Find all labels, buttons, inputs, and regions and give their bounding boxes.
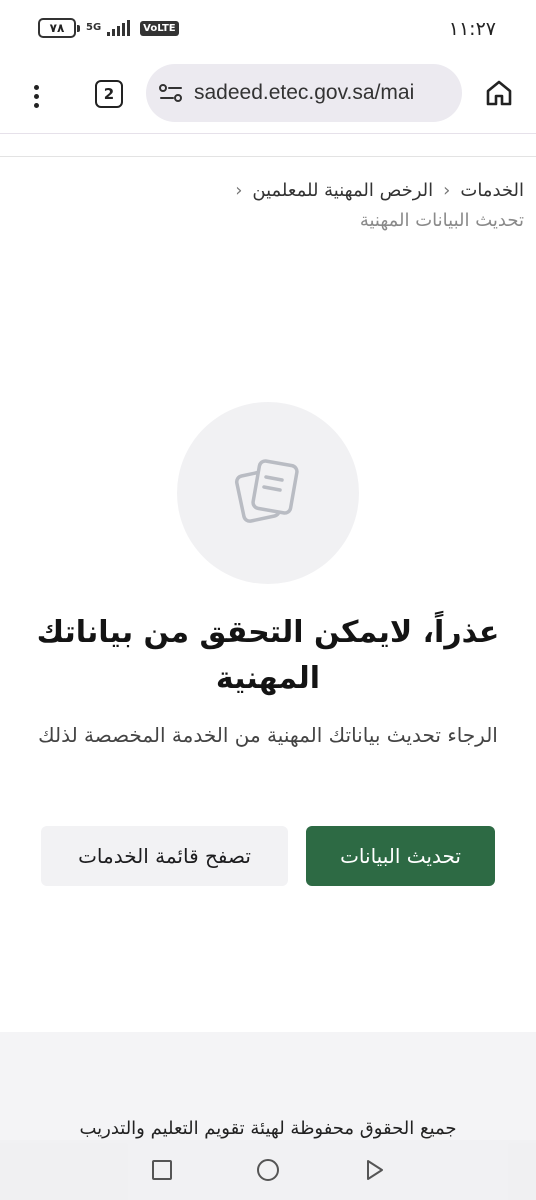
status-bar: ٧٨ 5G VoLTE ١١:٢٧ xyxy=(0,0,536,58)
site-settings-icon[interactable] xyxy=(158,82,184,104)
home-icon[interactable] xyxy=(484,78,514,108)
update-data-button[interactable]: تحديث البيانات xyxy=(306,826,495,886)
browse-services-button[interactable]: تصفح قائمة الخدمات xyxy=(41,826,288,886)
back-icon[interactable] xyxy=(361,1157,387,1183)
breadcrumb-item-services[interactable]: الخدمات xyxy=(460,180,524,201)
tab-switcher-button[interactable]: 2 xyxy=(95,80,123,108)
status-time: ١١:٢٧ xyxy=(448,18,496,40)
url-text[interactable]: sadeed.etec.gov.sa/mai xyxy=(194,81,414,105)
battery-icon: ٧٨ xyxy=(38,18,80,38)
status-indicators: ٧٨ 5G VoLTE xyxy=(38,18,179,38)
network-type: 5G xyxy=(86,22,102,33)
documents-icon xyxy=(234,459,299,523)
chevron-left-icon: ‹ xyxy=(443,180,451,201)
error-title: عذراً، لايمكن التحقق من بياناتك المهنية xyxy=(36,615,500,696)
address-bar[interactable]: sadeed.etec.gov.sa/mai xyxy=(146,64,462,122)
volte-badge: VoLTE xyxy=(140,20,179,36)
tab-count: 2 xyxy=(103,85,115,103)
breadcrumb-item-licenses[interactable]: الرخص المهنية للمعلمين xyxy=(252,180,433,201)
breadcrumb-current: تحديث البيانات المهنية xyxy=(359,210,524,231)
battery-level: ٧٨ xyxy=(49,21,65,35)
system-nav-bar xyxy=(0,1140,536,1200)
breadcrumb: الخدمات ‹ الرخص المهنية للمعلمين ‹ xyxy=(235,180,524,201)
more-options-icon[interactable] xyxy=(22,78,50,114)
home-circle-icon[interactable] xyxy=(255,1157,281,1183)
footer-copyright: جميع الحقوق محفوظة لهيئة تقويم التعليم و… xyxy=(79,1118,457,1139)
page-divider xyxy=(0,156,536,157)
chevron-left-icon: ‹ xyxy=(235,180,243,201)
error-message: الرجاء تحديث بياناتك المهنية من الخدمة ا… xyxy=(38,723,498,747)
recents-icon[interactable] xyxy=(149,1157,175,1183)
signal-icon xyxy=(107,20,131,36)
browser-toolbar: 2 sadeed.etec.gov.sa/mai xyxy=(0,58,536,134)
empty-state-illustration xyxy=(177,402,359,584)
